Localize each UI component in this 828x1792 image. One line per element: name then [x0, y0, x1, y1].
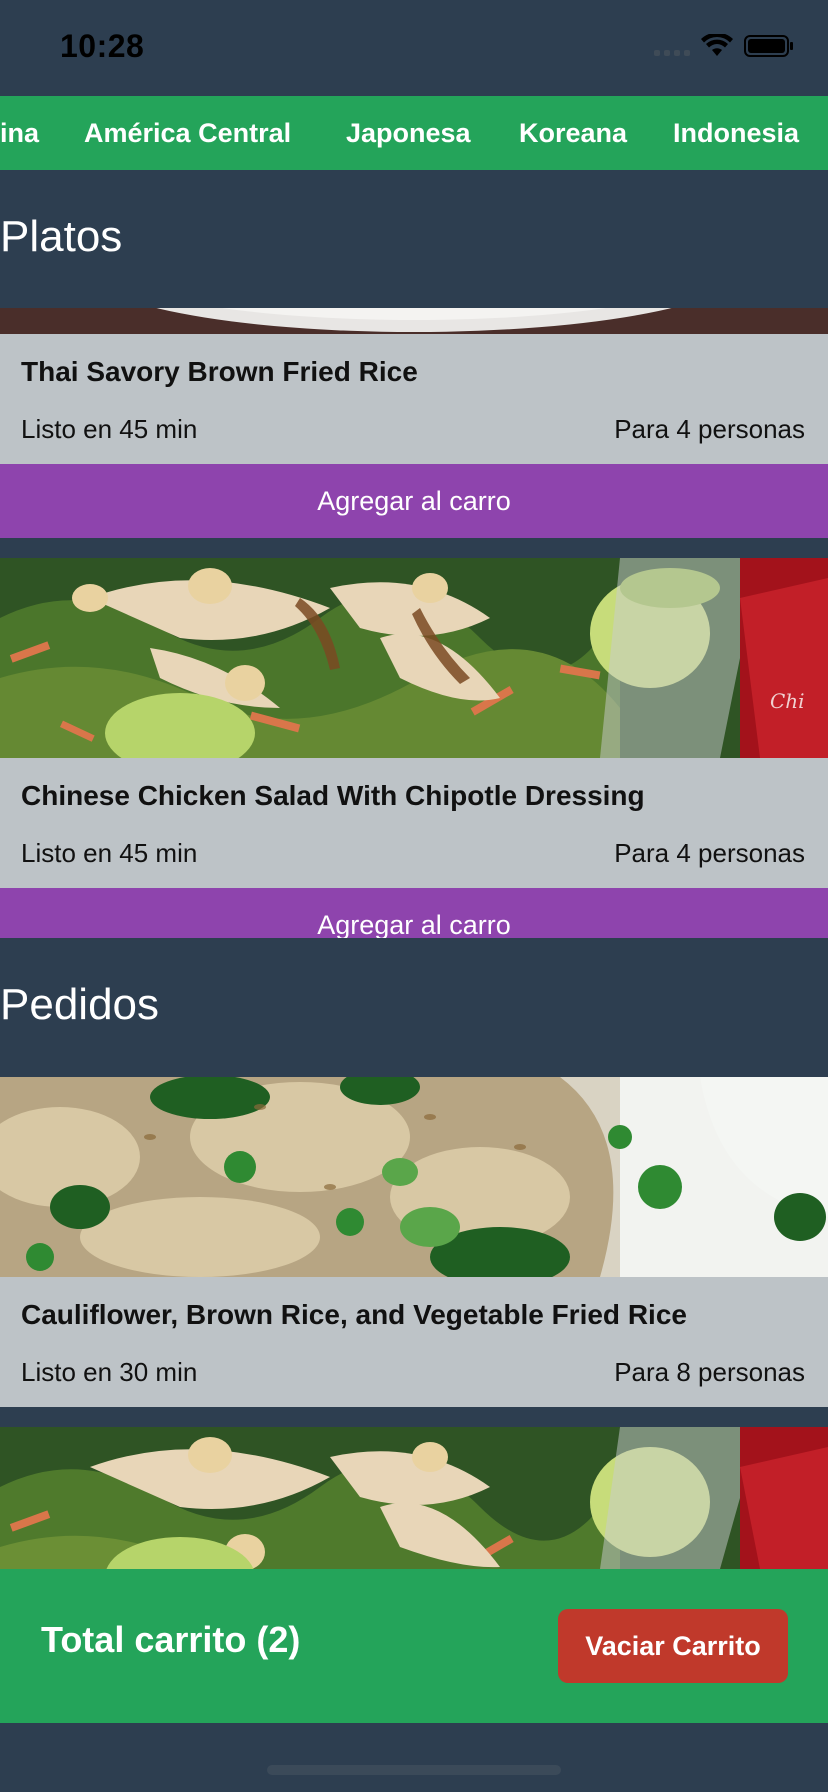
order-image [0, 1427, 828, 1569]
category-tab-america-central[interactable]: América Central [84, 96, 291, 170]
orders-list[interactable]: Cauliflower, Brown Rice, and Vegetable F… [0, 1077, 828, 1569]
signal-icon [654, 36, 690, 56]
cart-footer: Total carrito (2) Vaciar Carrito [0, 1569, 828, 1723]
order-title: Cauliflower, Brown Rice, and Vegetable F… [21, 1299, 687, 1330]
battery-icon [744, 35, 793, 57]
status-bar: 10:28 [0, 0, 828, 96]
order-image [0, 1077, 828, 1277]
dish-image: Chi [0, 558, 828, 758]
dish-card-info: Thai Savory Brown Fried Rice Listo en 45… [0, 334, 828, 464]
dish-image [0, 308, 828, 334]
dishes-section-title: Platos [0, 212, 123, 261]
add-to-cart-button[interactable]: Agregar al carro [0, 888, 828, 938]
category-tab-koreana[interactable]: Koreana [519, 96, 627, 170]
dish-servings: Para 4 personas [614, 838, 805, 868]
dishes-list[interactable]: Thai Savory Brown Fried Rice Listo en 45… [0, 308, 828, 938]
dish-ready-time: Listo en 45 min [21, 838, 198, 868]
category-bar: ina América Central Japonesa Koreana Ind… [0, 96, 828, 170]
svg-text:Chi: Chi [770, 689, 805, 713]
status-time: 10:28 [60, 28, 145, 64]
empty-cart-button[interactable]: Vaciar Carrito [558, 1609, 788, 1683]
orders-section-title: Pedidos [0, 980, 160, 1029]
order-servings: Para 8 personas [614, 1357, 805, 1387]
order-card-info: Cauliflower, Brown Rice, and Vegetable F… [0, 1277, 828, 1407]
status-icons [654, 34, 794, 58]
home-indicator[interactable] [267, 1765, 561, 1775]
dish-ready-time: Listo en 45 min [21, 414, 198, 444]
order-ready-time: Listo en 30 min [21, 1357, 198, 1387]
dish-title: Thai Savory Brown Fried Rice [21, 356, 418, 387]
category-tab-indonesia[interactable]: Indonesia [673, 96, 799, 170]
category-tab-japonesa[interactable]: Japonesa [346, 96, 471, 170]
category-tab-ina[interactable]: ina [0, 96, 39, 170]
wifi-icon [701, 34, 733, 56]
cart-total-label: Total carrito (2) [41, 1619, 301, 1660]
dish-title: Chinese Chicken Salad With Chipotle Dres… [21, 780, 645, 811]
dish-card-info: Chinese Chicken Salad With Chipotle Dres… [0, 758, 828, 888]
dish-servings: Para 4 personas [614, 414, 805, 444]
add-to-cart-button[interactable]: Agregar al carro [0, 464, 828, 538]
